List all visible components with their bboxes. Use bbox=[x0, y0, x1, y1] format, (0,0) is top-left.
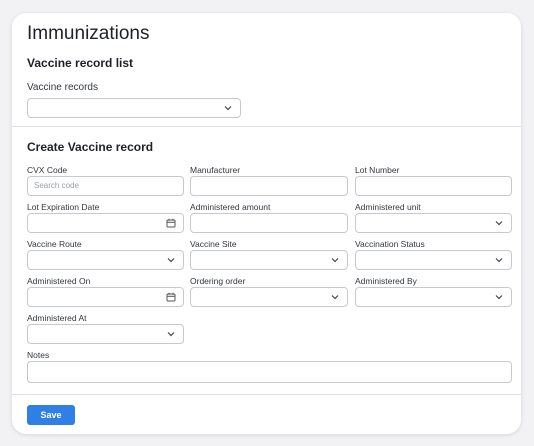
administered-unit-select[interactable] bbox=[355, 213, 512, 233]
administered-at-label: Administered At bbox=[27, 313, 87, 323]
ordering-order-label: Ordering order bbox=[190, 276, 246, 286]
chevron-down-icon bbox=[167, 258, 175, 263]
page-title: Immunizations bbox=[27, 23, 150, 44]
administered-on-label: Administered On bbox=[27, 276, 91, 286]
chevron-down-icon bbox=[167, 332, 175, 337]
vaccine-site-select[interactable] bbox=[190, 250, 348, 270]
save-button[interactable]: Save bbox=[27, 405, 75, 425]
notes-input[interactable] bbox=[27, 361, 512, 383]
administered-amount-input[interactable] bbox=[190, 213, 348, 233]
chevron-down-icon bbox=[331, 258, 339, 263]
create-record-title: Create Vaccine record bbox=[27, 140, 154, 154]
lot-expiration-date-label: Lot Expiration Date bbox=[27, 202, 100, 212]
vaccine-records-select[interactable] bbox=[27, 98, 241, 118]
chevron-down-icon bbox=[495, 258, 503, 263]
notes-label: Notes bbox=[27, 350, 50, 360]
cvx-code-input[interactable]: Search code bbox=[27, 176, 184, 196]
ordering-order-select[interactable] bbox=[190, 287, 348, 307]
immunizations-card: Immunizations Vaccine record list Vaccin… bbox=[12, 13, 521, 434]
calendar-icon[interactable] bbox=[166, 292, 176, 302]
section-divider bbox=[12, 126, 521, 127]
chevron-down-icon bbox=[331, 295, 339, 300]
manufacturer-input[interactable] bbox=[190, 176, 348, 196]
lot-number-input[interactable] bbox=[355, 176, 512, 196]
chevron-down-icon bbox=[224, 106, 232, 111]
lot-expiration-date-input[interactable] bbox=[27, 213, 184, 233]
footer-divider bbox=[12, 394, 521, 395]
chevron-down-icon bbox=[495, 295, 503, 300]
record-list-title: Vaccine record list bbox=[27, 56, 134, 70]
administered-amount-label: Administered amount bbox=[190, 202, 271, 212]
vaccine-site-label: Vaccine Site bbox=[190, 239, 237, 249]
cvx-code-label: CVX Code bbox=[27, 165, 68, 175]
vaccine-route-label: Vaccine Route bbox=[27, 239, 82, 249]
administered-by-select[interactable] bbox=[355, 287, 512, 307]
vaccination-status-label: Vaccination Status bbox=[355, 239, 425, 249]
vaccine-route-select[interactable] bbox=[27, 250, 184, 270]
vaccination-status-select[interactable] bbox=[355, 250, 512, 270]
administered-on-input[interactable] bbox=[27, 287, 184, 307]
manufacturer-label: Manufacturer bbox=[190, 165, 241, 175]
administered-by-label: Administered By bbox=[355, 276, 417, 286]
cvx-code-placeholder: Search code bbox=[34, 181, 79, 190]
administered-unit-label: Administered unit bbox=[355, 202, 421, 212]
calendar-icon[interactable] bbox=[166, 218, 176, 228]
administered-at-select[interactable] bbox=[27, 324, 184, 344]
lot-number-label: Lot Number bbox=[355, 165, 400, 175]
vaccine-records-label: Vaccine records bbox=[27, 82, 98, 93]
chevron-down-icon bbox=[495, 221, 503, 226]
